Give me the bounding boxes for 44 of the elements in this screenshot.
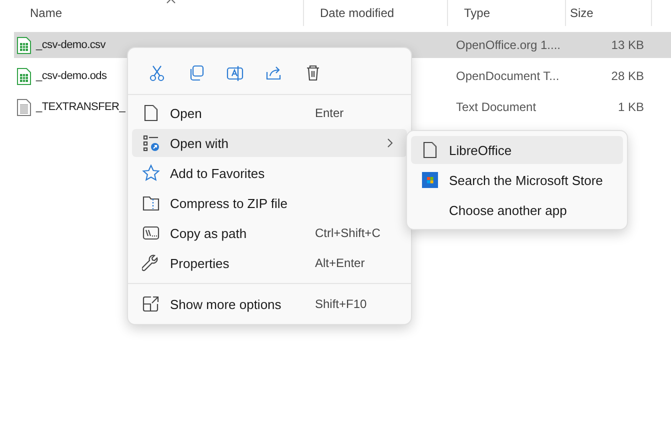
shortcut-text: Shift+F10 [315, 297, 368, 311]
file-size: 1 KB [618, 100, 644, 114]
file-type: Text Document [456, 100, 536, 114]
zip-folder-icon [142, 194, 160, 212]
cut-icon [148, 64, 166, 82]
delete-icon [304, 64, 322, 82]
rename-icon [226, 64, 244, 82]
document-icon [421, 141, 439, 159]
column-header[interactable]: Date modified [320, 6, 394, 20]
spreadsheet-file-icon [17, 68, 31, 84]
shortcut-text: Enter [315, 106, 345, 120]
menu-item[interactable]: Compress to ZIP file [132, 189, 407, 217]
shortcut-text: Alt+Enter [315, 256, 366, 270]
star-icon [142, 164, 160, 182]
file-name: _csv-demo.csv [36, 39, 106, 51]
menu-item[interactable]: Choose another app [411, 196, 623, 224]
menu-item[interactable]: Open with [132, 129, 407, 157]
expand-icon [142, 295, 160, 313]
file-size: 28 KB [611, 69, 644, 83]
store-icon [421, 171, 439, 189]
menu-item[interactable]: Add to Favorites [132, 159, 407, 187]
path-icon [142, 224, 160, 242]
chevron-icon [387, 138, 393, 148]
menu-item[interactable]: Show more options Shift+F10 [132, 290, 407, 318]
file-size: 13 KB [611, 38, 644, 52]
column-header[interactable]: Name [30, 6, 62, 20]
text-file-icon [17, 98, 31, 116]
shortcut-text: Ctrl+Shift+C [315, 226, 382, 240]
share-icon [265, 64, 283, 82]
document-icon [142, 104, 160, 122]
column-header[interactable]: Size [570, 6, 594, 20]
file-type: OpenOffice.org 1.... [456, 38, 561, 52]
spreadsheet-file-icon [17, 36, 31, 54]
column-header[interactable]: Type [464, 6, 490, 20]
menu-item[interactable]: Properties Alt+Enter [132, 249, 407, 277]
file-type: OpenDocument T... [456, 69, 560, 83]
file-name: _TEXTRANSFER_ [36, 101, 126, 113]
menu-item[interactable]: Copy as path Ctrl+Shift+C [132, 219, 407, 247]
file-name: _csv-demo.ods [36, 70, 107, 82]
open-with-icon [142, 134, 160, 152]
menu-item[interactable]: LibreOffice [411, 136, 623, 164]
menu-item[interactable]: Open Enter [132, 99, 407, 127]
wrench-icon [142, 254, 160, 272]
menu-item[interactable]: Search the Microsoft Store [411, 166, 623, 194]
